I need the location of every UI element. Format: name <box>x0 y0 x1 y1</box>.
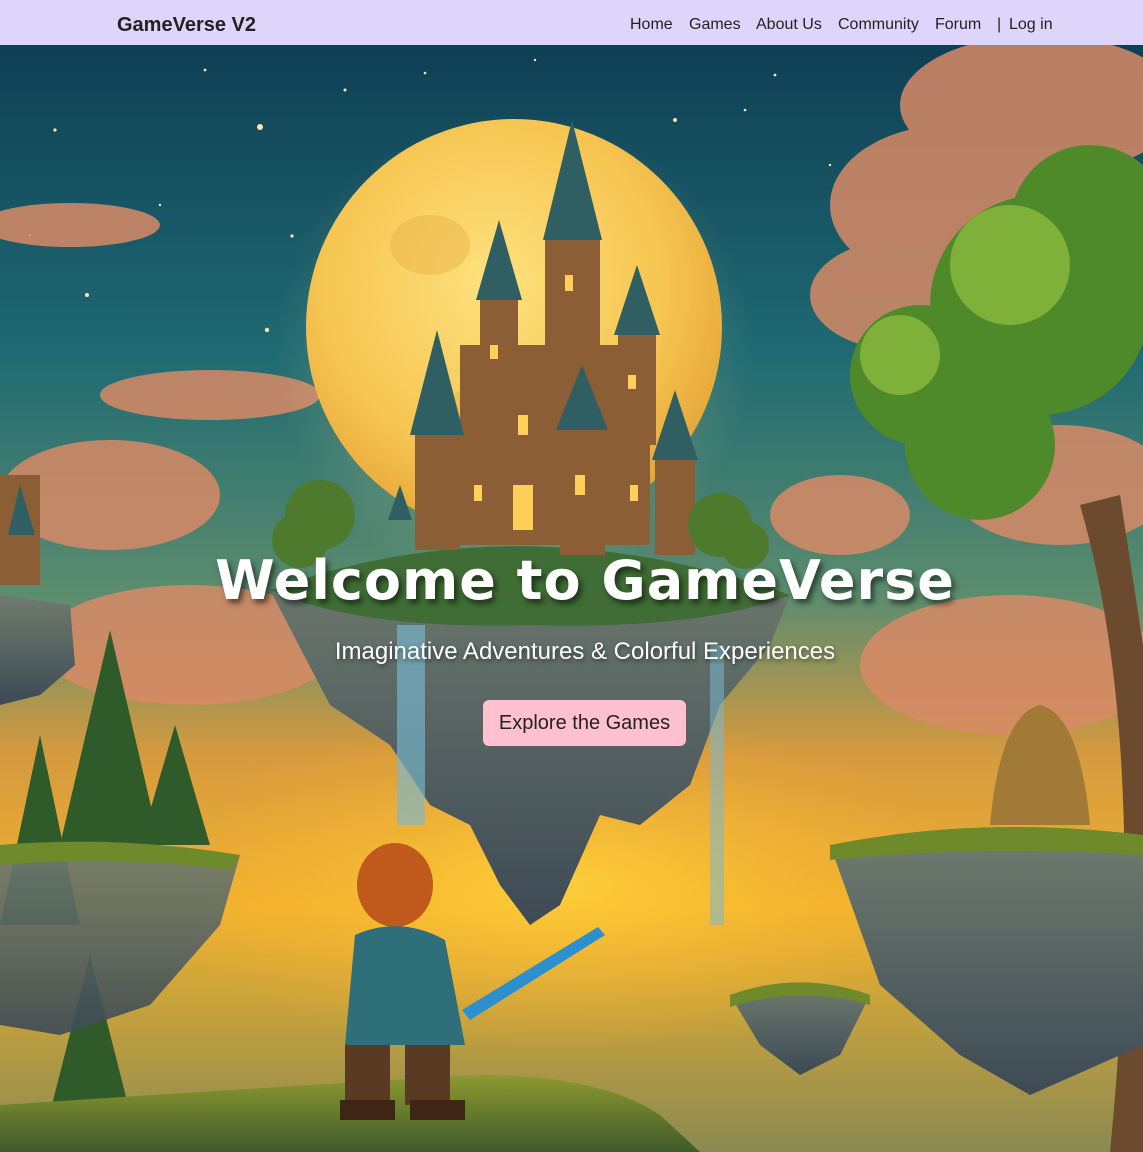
nav-link-community[interactable]: Community <box>838 15 919 35</box>
explore-games-button[interactable]: Explore the Games <box>483 700 686 746</box>
hero-subtitle: Imaginative Adventures & Colorful Experi… <box>334 638 836 665</box>
login-link[interactable]: Log in <box>1009 15 1053 35</box>
nav-link-forum[interactable]: Forum <box>935 15 981 35</box>
hero-section: Welcome to GameVerse Imaginative Adventu… <box>0 45 1143 1152</box>
nav-separator: | <box>997 16 1002 33</box>
top-navbar: GameVerse V2 Home Games About Us Communi… <box>0 0 1143 45</box>
nav-link-home[interactable]: Home <box>630 15 673 35</box>
nav-links: Home Games About Us Community Forum | Lo… <box>0 15 1143 35</box>
nav-link-about-us[interactable]: About Us <box>756 15 822 35</box>
nav-link-games[interactable]: Games <box>689 15 741 35</box>
hero-title: Welcome to GameVerse <box>215 549 955 612</box>
